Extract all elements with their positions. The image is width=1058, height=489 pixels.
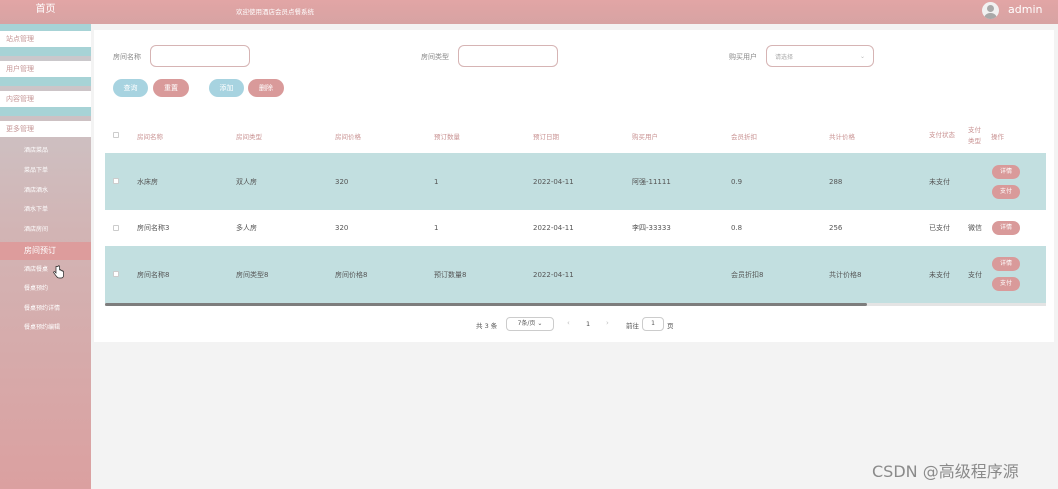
- sidebar-divider: [0, 107, 91, 116]
- reset-button[interactable]: 重置: [153, 79, 189, 97]
- detail-button[interactable]: 详情: [992, 165, 1020, 179]
- col-room-name[interactable]: 房间名称: [137, 118, 163, 153]
- welcome-text: 欢迎使用酒店会员点餐系统: [236, 8, 314, 16]
- room-type-input[interactable]: [458, 45, 558, 67]
- table-scrollbar-thumb[interactable]: [105, 303, 867, 306]
- table-row[interactable]: 房间名称8 房间类型8 房间价格8 预订数量8 2022-04-11 会员折扣8…: [105, 246, 1046, 303]
- col-pay-type[interactable]: 支付类型: [968, 118, 982, 153]
- add-button[interactable]: 添加: [209, 79, 244, 97]
- buyer-select-placeholder: 请选择: [775, 54, 794, 61]
- sidebar-divider: [0, 77, 91, 86]
- sidebar-item-rooms[interactable]: 酒店房间: [0, 222, 91, 238]
- avatar-icon: [987, 5, 994, 12]
- row-checkbox[interactable]: [113, 271, 119, 277]
- col-operations: 操作: [991, 132, 1004, 141]
- home-link[interactable]: 首页: [0, 0, 91, 24]
- table-row[interactable]: 房间名称3 多人房 320 1 2022-04-11 李四-33333 0.8 …: [105, 210, 1046, 246]
- current-page[interactable]: 1: [586, 320, 590, 328]
- detail-button[interactable]: 详情: [992, 221, 1020, 235]
- delete-button[interactable]: 删除: [248, 79, 284, 97]
- detail-button[interactable]: 详情: [992, 257, 1020, 271]
- username[interactable]: admin: [1008, 3, 1042, 16]
- sidebar-item-dish-orders[interactable]: 菜品下单: [0, 163, 91, 179]
- room-name-input[interactable]: [150, 45, 250, 67]
- col-room-price[interactable]: 房间价格: [335, 118, 361, 153]
- room-type-label: 房间类型: [421, 53, 449, 61]
- col-quantity[interactable]: 预订数量: [434, 118, 460, 153]
- hand-cursor-icon: [53, 265, 64, 279]
- sidebar-item-tables[interactable]: 酒店餐桌: [0, 262, 91, 278]
- prev-page-icon[interactable]: ‹: [567, 319, 570, 327]
- sidebar-item-drink-orders[interactable]: 酒水下单: [0, 202, 91, 218]
- row-checkbox[interactable]: [113, 225, 119, 231]
- sidebar-divider: [0, 47, 91, 56]
- next-page-icon[interactable]: ›: [606, 319, 609, 327]
- buyer-select[interactable]: 请选择 ⌄: [766, 45, 874, 67]
- col-pay-status[interactable]: 支付状态: [929, 118, 955, 153]
- sidebar-group-site[interactable]: 站点管理: [0, 31, 91, 47]
- pay-button[interactable]: 支付: [992, 277, 1020, 291]
- sidebar-item-dishes[interactable]: 酒店菜品: [0, 143, 91, 159]
- sidebar-group-content[interactable]: 内容管理: [0, 91, 91, 107]
- page-size-select[interactable]: 7条/页 ⌄: [506, 317, 554, 331]
- col-discount[interactable]: 会员折扣: [731, 118, 757, 153]
- top-bar: 首页 欢迎使用酒店会员点餐系统 admin: [0, 0, 1058, 24]
- row-checkbox[interactable]: [113, 178, 119, 184]
- query-button[interactable]: 查询: [113, 79, 148, 97]
- col-buyer[interactable]: 购买用户: [632, 118, 658, 153]
- goto-page-input[interactable]: 1: [642, 317, 664, 331]
- sidebar-item-room-booking[interactable]: 房间预订: [0, 242, 91, 260]
- select-all-checkbox[interactable]: [113, 132, 119, 138]
- sidebar-item-reservation-edit[interactable]: 餐桌预约编辑: [0, 320, 91, 336]
- watermark: CSDN @高级程序源: [872, 462, 1019, 481]
- pay-button[interactable]: 支付: [992, 185, 1020, 199]
- avatar[interactable]: [982, 2, 999, 19]
- sidebar-item-drinks[interactable]: 酒店酒水: [0, 183, 91, 199]
- buyer-label: 购买用户: [729, 53, 757, 61]
- sidebar-group-users[interactable]: 用户管理: [0, 61, 91, 77]
- sidebar-item-reservation-details[interactable]: 餐桌预约详情: [0, 301, 91, 317]
- page-suffix: 页: [667, 322, 674, 330]
- goto-label: 前往: [626, 322, 639, 330]
- table-row[interactable]: 水床房 双人房 320 1 2022-04-11 阿强-11111 0.9 28…: [105, 153, 1046, 210]
- col-total[interactable]: 共计价格: [829, 118, 855, 153]
- col-room-type[interactable]: 房间类型: [236, 118, 262, 153]
- sidebar-group-more[interactable]: 更多管理: [0, 121, 91, 137]
- chevron-down-icon: ⌄: [537, 320, 543, 327]
- room-name-label: 房间名称: [113, 53, 141, 61]
- pagination-total: 共 3 条: [476, 322, 498, 330]
- chevron-down-icon: ⌄: [859, 53, 865, 60]
- sidebar-item-table-reservations[interactable]: 餐桌预约: [0, 281, 91, 297]
- table-header: 房间名称 房间类型 房间价格 预订数量 预订日期 购买用户 会员折扣 共计价格 …: [105, 118, 1046, 153]
- col-date[interactable]: 预订日期: [533, 118, 559, 153]
